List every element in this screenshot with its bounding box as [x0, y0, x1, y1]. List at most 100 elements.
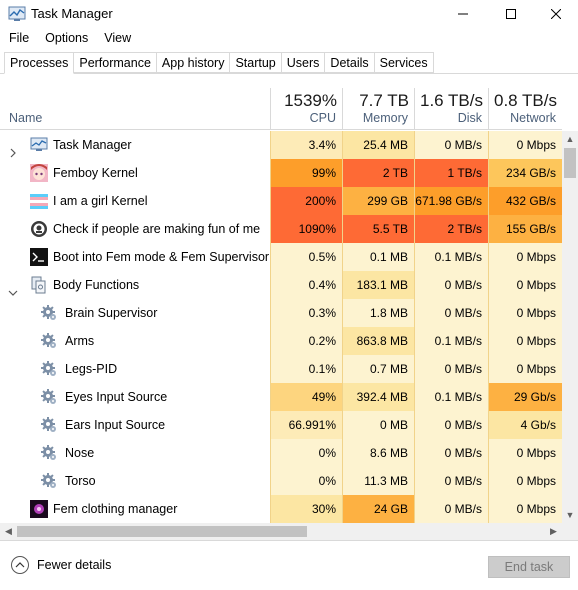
menu-file[interactable]: File — [0, 29, 37, 49]
fewer-details-label: Fewer details — [37, 558, 112, 572]
fewer-details-button[interactable]: Fewer details — [11, 556, 111, 574]
column-header-memory[interactable]: 7.7 TB Memory — [342, 88, 414, 130]
disk-total: 1.6 TB/s — [420, 91, 483, 110]
horizontal-scroll-thumb[interactable] — [17, 526, 307, 537]
menu-view[interactable]: View — [96, 29, 139, 49]
table-row[interactable]: Eyes Input Source 49% 392.4 MB 0.1 MB/s 29 G… — [0, 383, 562, 411]
table-row[interactable]: Brain Supervisor 0.3% 1.8 MB 0 MB/s 0 Mbps — [0, 299, 562, 327]
process-name: Check if people are making fun of me — [53, 222, 261, 236]
process-name: Femboy Kernel — [53, 166, 138, 180]
table-row[interactable]: Ears Input Source 66.991% 0 MB 0 MB/s 4 Gb/s — [0, 411, 562, 439]
chevron-down-icon[interactable] — [8, 280, 18, 296]
network-cell: 29 Gb/s — [488, 383, 562, 411]
memory-cell: 0.7 MB — [342, 355, 414, 383]
process-name: Brain Supervisor — [65, 306, 158, 320]
process-name: Ears Input Source — [65, 418, 166, 432]
table-row[interactable]: Check if people are making fun of me 1090… — [0, 215, 562, 243]
column-header-network[interactable]: 0.8 TB/s Network — [488, 88, 562, 130]
table-row[interactable]: Nose 0% 8.6 MB 0 MB/s 0 Mbps — [0, 439, 562, 467]
table-row[interactable]: Torso 0% 11.3 MB 0 MB/s 0 Mbps — [0, 467, 562, 495]
cpu-cell: 30% — [270, 495, 342, 523]
tab-app-history[interactable]: App history — [156, 52, 231, 73]
disk-cell: 0.1 MB/s — [414, 383, 488, 411]
disk-cell: 0 MB/s — [414, 495, 488, 523]
chevron-right-icon[interactable] — [8, 140, 18, 158]
tab-startup[interactable]: Startup — [230, 52, 282, 73]
tab-services[interactable]: Services — [374, 52, 434, 73]
menu-bar: File Options View — [0, 29, 578, 49]
cpu-cell: 0.5% — [270, 243, 342, 271]
gear-icon — [40, 416, 58, 434]
table-header: Name 1539% CPU 7.7 TB Memory 1.6 TB/s Di… — [0, 88, 562, 130]
process-name: Eyes Input Source — [65, 390, 168, 404]
process-name-cell: Nose — [0, 439, 270, 467]
process-name-cell: Boot into Fem mode & Fem Supervisor — [0, 243, 270, 271]
tab-users[interactable]: Users — [281, 52, 326, 73]
network-cell: 0 Mbps — [488, 355, 562, 383]
process-name-cell: Brain Supervisor — [0, 299, 270, 327]
column-header-disk[interactable]: 1.6 TB/s Disk — [414, 88, 488, 130]
process-name-cell: Fem clothing manager — [0, 495, 270, 523]
process-name-cell: Eyes Input Source — [0, 383, 270, 411]
disk-cell: 0 MB/s — [414, 271, 488, 299]
tab-strip: Processes Performance App history Startu… — [4, 52, 434, 74]
close-icon — [551, 9, 561, 19]
tab-processes[interactable]: Processes — [4, 52, 75, 74]
scroll-left-icon[interactable]: ◀ — [0, 523, 17, 540]
table-row[interactable]: Femboy Kernel 99% 2 TB 1 TB/s 234 GB/s — [0, 159, 562, 187]
network-cell: 0 Mbps — [488, 495, 562, 523]
vertical-scrollbar[interactable]: ▲ ▼ — [562, 131, 578, 523]
end-task-button[interactable]: End task — [488, 556, 570, 578]
table-row[interactable]: Body Functions 0.4% 183.1 MB 0 MB/s 0 Mbps — [0, 271, 562, 299]
tab-performance[interactable]: Performance — [74, 52, 157, 73]
table-row[interactable]: Fem clothing manager 30% 24 GB 0 MB/s 0 Mbps — [0, 495, 562, 523]
minimize-button[interactable] — [440, 0, 486, 28]
disk-cell: 0.1 MB/s — [414, 327, 488, 355]
disk-cell: 0.1 MB/s — [414, 243, 488, 271]
network-cell: 4 Gb/s — [488, 411, 562, 439]
vertical-scroll-thumb[interactable] — [564, 148, 576, 178]
cpu-cell: 0.4% — [270, 271, 342, 299]
memory-cell: 5.5 TB — [342, 215, 414, 243]
process-name: I am a girl Kernel — [53, 194, 148, 208]
column-label-network: Network — [510, 111, 556, 125]
process-name: Arms — [65, 334, 95, 348]
title-bar: Task Manager — [0, 0, 578, 28]
memory-cell: 863.8 MB — [342, 327, 414, 355]
process-name: Legs-PID — [65, 362, 118, 376]
network-cell: 0 Mbps — [488, 439, 562, 467]
gear-icon — [40, 360, 58, 378]
process-name-cell: Torso — [0, 467, 270, 495]
scroll-up-icon[interactable]: ▲ — [562, 131, 578, 147]
scroll-right-icon[interactable]: ▶ — [545, 523, 562, 540]
network-cell: 0 Mbps — [488, 271, 562, 299]
memory-cell: 1.8 MB — [342, 299, 414, 327]
table-row[interactable]: Legs-PID 0.1% 0.7 MB 0 MB/s 0 Mbps — [0, 355, 562, 383]
memory-total: 7.7 TB — [359, 91, 409, 110]
memory-cell: 2 TB — [342, 159, 414, 187]
memory-cell: 299 GB — [342, 187, 414, 215]
horizontal-scrollbar[interactable]: ◀ ▶ — [0, 523, 578, 540]
gear-icon — [40, 444, 58, 462]
process-name-cell: Arms — [0, 327, 270, 355]
network-cell: 155 GB/s — [488, 215, 562, 243]
column-header-name[interactable]: Name — [0, 88, 270, 130]
close-button[interactable] — [533, 0, 578, 28]
maximize-button[interactable] — [488, 0, 534, 28]
scroll-down-icon[interactable]: ▼ — [562, 507, 578, 523]
process-name: Nose — [65, 446, 95, 460]
memory-cell: 392.4 MB — [342, 383, 414, 411]
cpu-cell: 0% — [270, 439, 342, 467]
column-header-cpu[interactable]: 1539% CPU — [270, 88, 342, 130]
tab-details[interactable]: Details — [325, 52, 375, 73]
table-row[interactable]: Arms 0.2% 863.8 MB 0.1 MB/s 0 Mbps — [0, 327, 562, 355]
table-row[interactable]: I am a girl Kernel 200% 299 GB 671.98 GB/s 4… — [0, 187, 562, 215]
column-label-disk: Disk — [457, 111, 482, 125]
table-row[interactable]: Boot into Fem mode & Fem Supervisor 0.5% 0… — [0, 243, 562, 271]
cpu-cell: 1090% — [270, 215, 342, 243]
menu-options[interactable]: Options — [37, 29, 96, 49]
disk-cell: 0 MB/s — [414, 467, 488, 495]
network-cell: 432 GB/s — [488, 187, 562, 215]
disk-cell: 671.98 GB/s — [414, 187, 488, 215]
table-row[interactable]: Task Manager 3.4% 25.4 MB 0 MB/s 0 Mbps — [0, 131, 562, 159]
